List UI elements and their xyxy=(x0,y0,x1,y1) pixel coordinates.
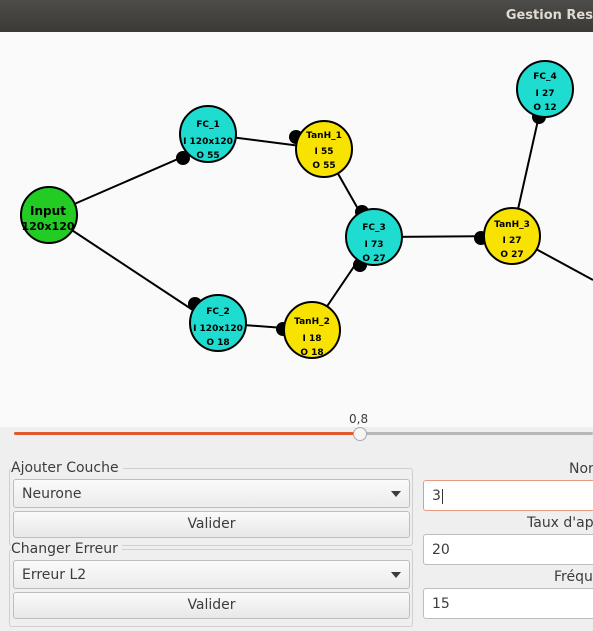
field3-input[interactable]: 15 xyxy=(423,588,593,619)
field1-label: Nor xyxy=(569,461,593,477)
chevron-down-icon xyxy=(391,491,401,497)
node-input: I 55 xyxy=(314,147,333,157)
field1-input[interactable]: 3 xyxy=(423,480,593,511)
error-type-select[interactable]: Erreur L2 xyxy=(13,560,410,589)
slider-handle[interactable] xyxy=(353,427,367,441)
node-input: I 120x120 xyxy=(193,324,243,334)
add-layer-label: Ajouter Couche xyxy=(11,460,123,476)
node-fc4[interactable]: FC_4 I 27 O 12 xyxy=(516,60,574,118)
node-name: TanH_3 xyxy=(494,220,530,230)
node-name: FC_3 xyxy=(362,223,386,233)
node-fc1[interactable]: FC_1 I 120x120 O 55 xyxy=(179,105,237,163)
node-output: O 18 xyxy=(206,338,229,348)
node-input: I 18 xyxy=(302,334,321,344)
field2-label: Taux d'app xyxy=(527,515,593,531)
field2-value: 20 xyxy=(432,542,450,558)
node-name: TanH_2 xyxy=(294,317,330,327)
window-title: Gestion Res xyxy=(505,8,593,23)
error-type-value: Erreur L2 xyxy=(22,567,87,583)
node-name: TanH_1 xyxy=(306,131,342,141)
node-input: I 27 xyxy=(502,236,521,246)
node-title: Input xyxy=(30,204,66,218)
node-fc3[interactable]: FC_3 I 73 O 27 xyxy=(345,208,403,266)
node-size: 120x120 xyxy=(21,220,74,233)
layer-type-value: Neurone xyxy=(22,486,82,502)
chevron-down-icon xyxy=(391,572,401,578)
change-error-button[interactable]: Valider xyxy=(13,592,410,619)
node-output: O 55 xyxy=(196,151,219,161)
node-fc2[interactable]: FC_2 I 120x120 O 18 xyxy=(189,294,247,352)
field2-input[interactable]: 20 xyxy=(423,534,593,565)
network-canvas[interactable]: Input 120x120 FC_1 I 120x120 O 55 TanH_1… xyxy=(0,32,593,427)
node-tanh2[interactable]: TanH_2 I 18 O 18 xyxy=(283,301,341,359)
field3-value: 15 xyxy=(432,596,450,612)
node-input: I 120x120 xyxy=(183,137,233,147)
node-output: O 18 xyxy=(300,348,323,358)
field1-value: 3 xyxy=(432,488,441,504)
node-input[interactable]: Input 120x120 xyxy=(20,186,78,244)
slider-fill xyxy=(14,432,359,435)
node-output: O 27 xyxy=(362,254,385,264)
text-caret xyxy=(441,488,443,504)
threshold-slider[interactable]: 0,8 xyxy=(0,408,593,448)
node-input: I 27 xyxy=(535,89,554,99)
node-name: FC_2 xyxy=(206,307,230,317)
field3-label: Fréqu xyxy=(554,569,593,585)
node-name: FC_4 xyxy=(533,72,557,82)
node-output: O 55 xyxy=(312,161,335,171)
node-name: FC_1 xyxy=(196,120,220,130)
node-tanh1[interactable]: TanH_1 I 55 O 55 xyxy=(295,120,353,178)
change-error-label: Changer Erreur xyxy=(11,541,122,557)
network-graph: Input 120x120 FC_1 I 120x120 O 55 TanH_1… xyxy=(20,60,593,359)
slider-value-label: 0,8 xyxy=(349,412,369,426)
add-layer-button[interactable]: Valider xyxy=(13,511,410,538)
node-input: I 73 xyxy=(364,240,383,250)
title-bar: Gestion Res xyxy=(0,0,593,32)
node-output: O 27 xyxy=(500,250,523,260)
node-output: O 12 xyxy=(533,103,556,113)
node-tanh3[interactable]: TanH_3 I 27 O 27 xyxy=(483,207,541,265)
layer-type-select[interactable]: Neurone xyxy=(13,479,410,508)
